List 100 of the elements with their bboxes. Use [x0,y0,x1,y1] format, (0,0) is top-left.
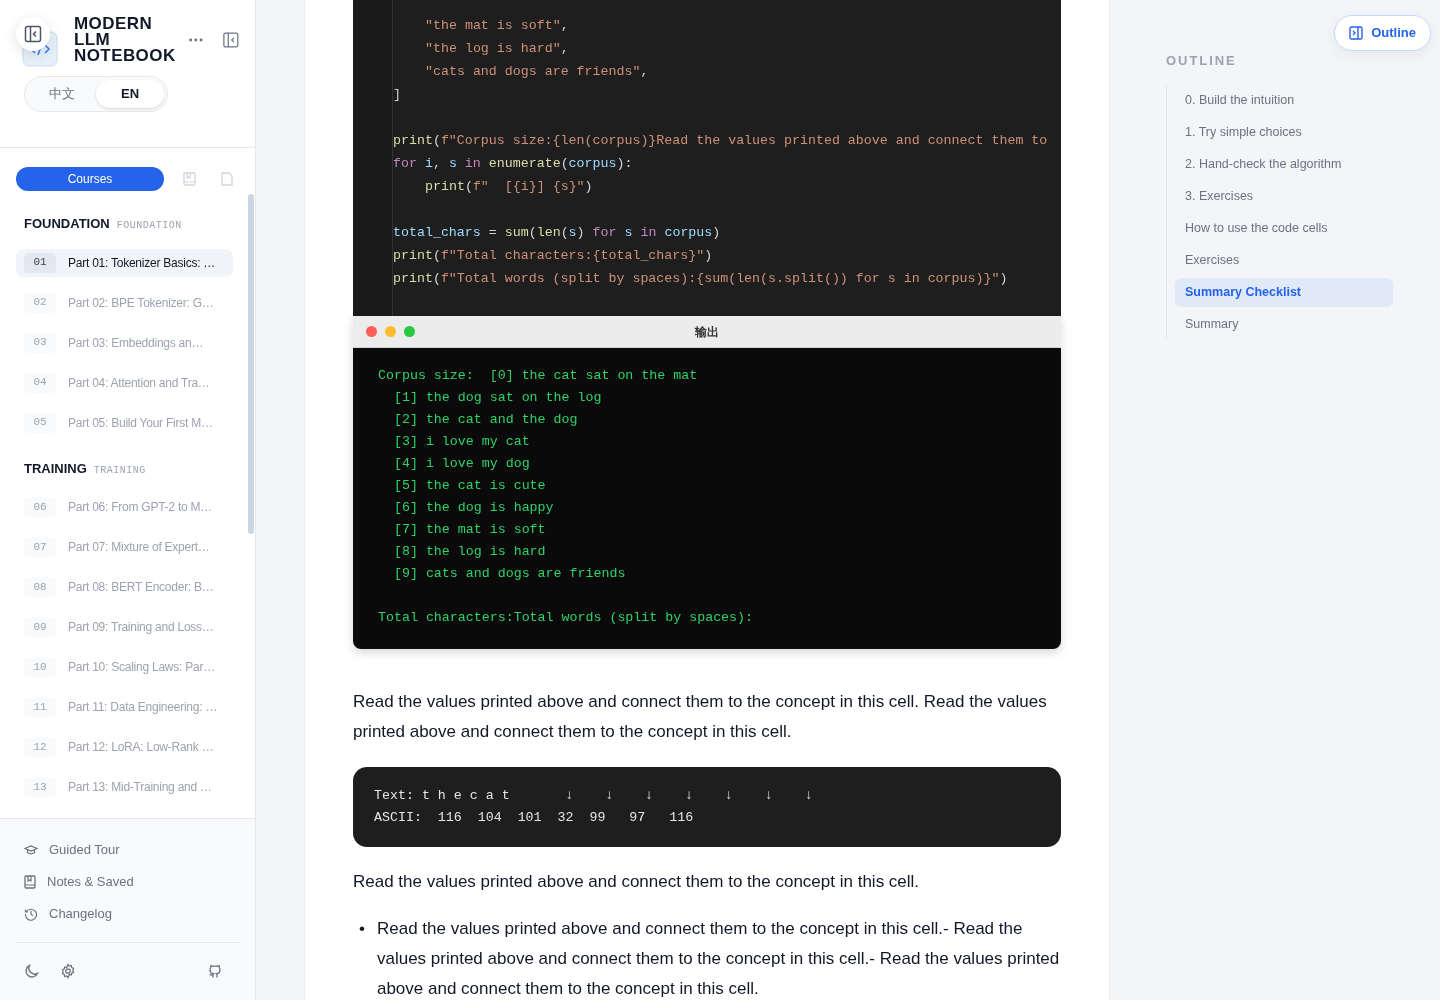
section-title: FOUNDATION [24,215,110,233]
outline-item[interactable]: Summary Checklist [1175,277,1393,307]
lesson-number: 05 [24,412,56,433]
ascii-code-block: Text: t h e c a t ↓ ↓ ↓ ↓ ↓ ↓ ↓ ASCII: 116 104 101 32 99 97 116 [353,767,1061,847]
code-line: for i, s in enumerate(corpus): [393,155,633,173]
lesson-title: Part 02: BPE Tokenizer: G… [68,294,214,312]
footer-link[interactable]: Changelog [24,903,231,925]
output-line: [6] the dog is happy [392,499,554,517]
code-line: print(f"Total characters:{total_chars}") [393,247,713,265]
lesson-title: Part 01: Tokenizer Basics: … [68,254,216,272]
code-line: ] [393,86,401,104]
outline-item[interactable]: 3. Exercises [1175,181,1393,211]
notebook-icon [183,172,197,186]
lesson-item[interactable]: 10 Part 10: Scaling Laws: Par… [16,653,233,681]
outline-button[interactable]: Outline [1334,15,1431,51]
lesson-item[interactable]: 12 Part 12: LoRA: Low-Rank … [16,733,233,761]
lesson-item[interactable]: 06 Part 06: From GPT-2 to M… [16,493,233,521]
lesson-title: Part 07: Mixture of Expert… [68,539,210,556]
lesson-number: 10 [24,657,56,677]
language-option[interactable]: EN [96,80,164,108]
body-paragraph: Read the values printed above and connect them to the concept in this cell. [353,871,921,893]
lesson-number: 02 [24,292,56,313]
lesson-title: Part 13: Mid-Training and … [68,779,212,796]
code-line: "the log is hard", [425,40,569,58]
lesson-title: Part 06: From GPT-2 to M… [68,499,213,516]
output-title: 输出 [695,323,719,341]
outline-item[interactable]: 1. Try simple choices [1175,117,1393,147]
lesson-number: 12 [24,737,56,757]
collapse-sidebar-button[interactable] [16,17,50,51]
output-line: Total characters:Total words (split by spaces): [378,609,754,627]
lesson-title: Part 12: LoRA: Low-Rank … [68,739,214,756]
lesson-item[interactable]: 13 Part 13: Mid-Training and … [16,773,233,801]
outline-item[interactable]: How to use the code cells [1175,213,1393,243]
output-line: [8] the log is hard [392,543,546,561]
bullet-marker: • [359,918,365,940]
output-line: [4] i love my dog [392,455,530,473]
code-line: "the mat is soft", [425,17,569,35]
notebook-icon [24,875,36,889]
body-paragraph: Read the values printed above and connect them to the concept in this cell. Read the values printed above and connect them to the concept in this cell. [353,691,1048,743]
app-title: MODERN [74,16,154,32]
output-line: [5] the cat is cute [392,477,546,495]
outline-item[interactable]: 2. Hand-check the algorithm [1175,149,1393,179]
footer-link[interactable]: Notes & Saved [24,871,231,893]
lesson-title: Part 03: Embeddings an… [68,334,204,352]
settings-icon[interactable] [60,963,76,979]
code-line: print(f"Corpus size:{len(corpus)}Read the values printed above and connect them to [393,132,1048,150]
lesson-item[interactable]: 09 Part 09: Training and Loss… [16,613,233,641]
bullet-item: Read the values printed above and connect them to the concept in this cell.- Read the values printed above and connect them to the concept in this cell.- Read the values printed above and connect them to the concept in this cell. [376,918,1061,1000]
lesson-item[interactable]: 02 Part 02: BPE Tokenizer: G… [16,288,233,317]
courses-tab[interactable]: Courses [16,167,164,191]
lesson-number: 13 [24,777,56,797]
history-icon [24,907,38,921]
lesson-number: 07 [24,537,56,557]
outline-item[interactable]: 0. Build the intuition [1175,85,1393,115]
code-line: print(f" [{i}] {s}") [425,178,593,196]
lesson-item[interactable]: 05 Part 05: Build Your First M… [16,408,233,437]
section-subtitle: FOUNDATION [116,219,182,233]
lesson-number: 04 [24,372,56,393]
lesson-number: 08 [24,577,56,597]
lesson-item[interactable]: 11 Part 11: Data Engineering: … [16,693,233,721]
lesson-item[interactable]: 08 Part 08: BERT Encoder: B… [16,573,233,601]
lesson-title: Part 05: Build Your First M… [68,414,213,432]
section-subtitle: TRAINING [93,463,146,478]
github-icon[interactable] [207,963,223,979]
language-option[interactable]: 中文 [28,80,96,108]
sidebar-panel-icon[interactable] [223,31,239,49]
app-title: NOTEBOOK [74,48,176,64]
lesson-number: 09 [24,617,56,637]
outline-item[interactable]: Exercises [1175,245,1393,275]
output-line: [7] the mat is soft [392,521,546,539]
lesson-item[interactable]: 01 Part 01: Tokenizer Basics: … [16,248,233,277]
more-icon[interactable] [187,37,204,43]
output-line: [3] i love my cat [392,433,530,451]
lesson-number: 06 [24,497,56,517]
lesson-item[interactable]: 03 Part 03: Embeddings an… [16,328,233,357]
lesson-number: 01 [24,252,56,273]
code-line: print(f"Total words (split by spaces):{sum(len(s.split()) for s in corpus)}") [393,270,1008,288]
code-line: total_chars = sum(len(s) for s in corpus) [393,224,721,242]
output-line: [9] cats and dogs are friends [392,565,626,583]
lesson-title: Part 08: BERT Encoder: B… [68,579,214,596]
moon-icon[interactable] [24,963,40,979]
lesson-item[interactable]: 07 Part 07: Mixture of Expert… [16,533,233,561]
lesson-title: Part 11: Data Engineering: … [68,699,218,716]
outline-panel-icon [1349,26,1364,40]
lesson-title: Part 09: Training and Loss… [68,619,214,636]
lesson-title: Part 10: Scaling Laws: Par… [68,659,215,676]
output-line: [1] the dog sat on the log [392,389,602,407]
outline-item[interactable]: Summary [1175,309,1393,339]
sidebar-panel-icon [24,25,42,43]
outline-heading: OUTLINE [1166,52,1237,70]
page-icon [221,172,234,186]
footer-link[interactable]: Guided Tour [24,839,231,861]
lesson-number: 11 [24,697,56,717]
output-line: Corpus size: [0] the cat sat on the mat [378,367,698,385]
graduation-cap-icon [24,844,38,856]
app-title: LLM [74,32,112,48]
lesson-title: Part 04: Attention and Tra… [68,374,210,392]
lesson-number: 03 [24,332,56,353]
lesson-item[interactable]: 04 Part 04: Attention and Tra… [16,368,233,397]
output-line: [2] the cat and the dog [392,411,578,429]
